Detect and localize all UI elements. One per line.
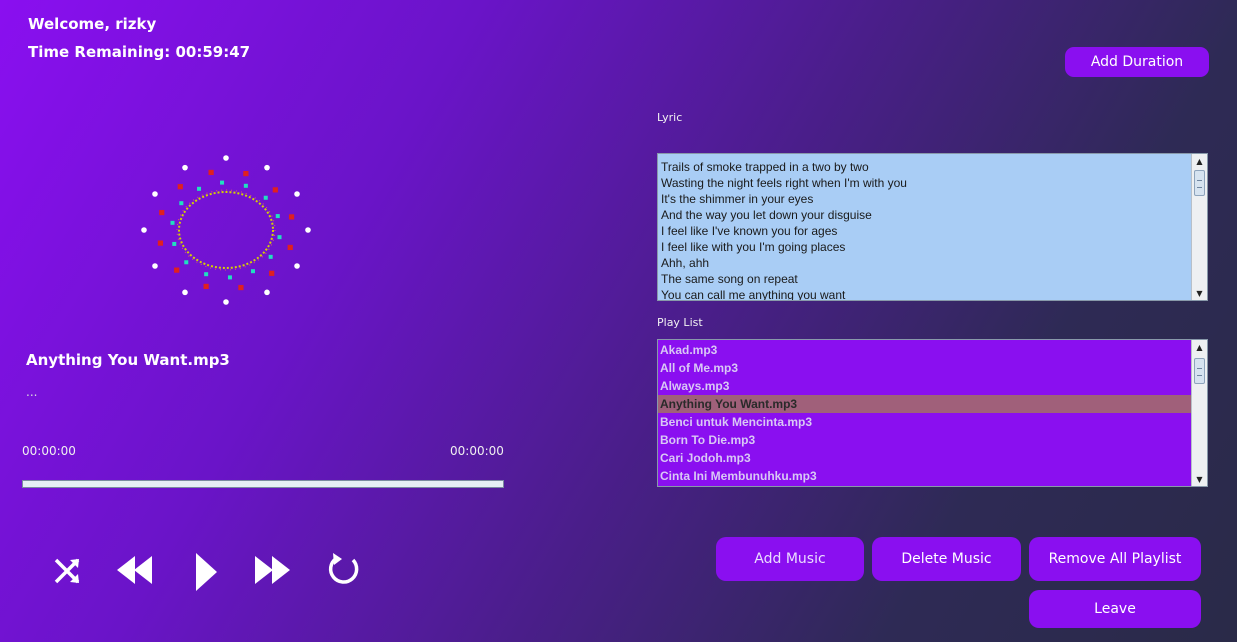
welcome-text: Welcome, rizky [28,15,157,33]
visualizer-dot [182,289,188,296]
visualizer-dot [272,187,278,193]
visualizer-dot [208,169,214,176]
lyric-line: The same song on repeat [661,272,798,286]
lyric-scrollbar[interactable]: ▲ ▼ [1191,154,1207,300]
visualizer-dot [264,164,270,171]
lyric-line: Ahh, ahh [661,256,710,270]
visualizer-dot [287,244,293,251]
visualizer-dot [223,299,229,305]
lyric-text: Trails of smoke trapped in a two by two W… [661,159,1189,301]
visualizer-dot [305,227,311,233]
play-icon [196,553,217,591]
playlist-scrollbar[interactable]: ▲ ▼ [1191,340,1207,486]
playlist-item[interactable]: Cinta Ini Membunuhku.mp3 [658,467,1191,485]
time-remaining: Time Remaining: 00:59:47 [28,43,251,61]
visualizer-dot [223,155,229,161]
lyric-line: And the way you let down your disguise [661,208,872,222]
visualizer-dot [177,184,183,190]
visualizer-dot [243,170,249,177]
lyric-line: Trails of smoke trapped in a two by two [661,160,869,174]
repeat-button[interactable] [321,548,365,592]
visualizer-dot [250,269,255,274]
visualizer-graphic [141,155,311,305]
lyric-label: Lyric [657,111,683,124]
visualizer-dot [269,270,275,276]
playlist-list: Akad.mp3 All of Me.mp3 Always.mp3 Anything … [658,341,1191,485]
playlist-item[interactable]: Akad.mp3 [658,341,1191,359]
visualizer-dot [220,180,225,185]
scroll-up-icon[interactable]: ▲ [1192,154,1207,168]
delete-music-button[interactable]: Delete Music [872,537,1021,581]
fast-forward-icon [255,556,290,584]
add-music-button[interactable]: Add Music [716,537,864,581]
visualizer-dot [263,195,268,200]
scroll-thumb[interactable] [1194,170,1205,196]
visualizer-dot [170,220,175,225]
playlist-panel[interactable]: Akad.mp3 All of Me.mp3 Always.mp3 Anything … [657,339,1208,487]
visualizer-dot [174,267,180,273]
shuffle-button[interactable] [46,548,90,592]
visualizer-dot [227,275,232,280]
visualizer-dot [238,284,244,291]
visualizer-dot [172,241,177,246]
scroll-down-icon[interactable]: ▼ [1192,286,1207,300]
shuffle-icon [54,558,80,584]
total-time: 00:00:00 [450,444,504,458]
visualizer-dot [275,214,280,219]
song-title: Anything You Want.mp3 [26,351,230,369]
visualizer-dot [268,254,273,259]
fast-forward-button[interactable] [251,548,295,592]
visualizer-dot [141,227,147,233]
lyric-line: I feel like with you I'm going places [661,240,846,254]
visualizer-dot [294,191,300,197]
playlist-item[interactable]: Always.mp3 [658,377,1191,395]
repeat-icon [328,553,359,584]
playlist-item[interactable]: Anything You Want.mp3 [658,395,1191,413]
progress-bar[interactable] [22,480,504,488]
add-duration-button[interactable]: Add Duration [1065,47,1209,77]
lyric-line: I feel like I've known you for ages [661,224,838,238]
playlist-item[interactable]: All of Me.mp3 [658,359,1191,377]
remove-all-playlist-button[interactable]: Remove All Playlist [1029,537,1201,581]
visualizer-dot [243,183,248,188]
visualizer-dot [204,272,209,277]
scroll-down-icon[interactable]: ▼ [1192,472,1207,486]
playlist-item[interactable]: Benci untuk Mencinta.mp3 [658,413,1191,431]
visualizer-dot [152,263,158,269]
visualizer-dot [264,289,270,296]
visualizer-dot [288,214,295,220]
rewind-button[interactable] [112,548,156,592]
lyric-panel[interactable]: Trails of smoke trapped in a two by two W… [657,153,1208,301]
visualizer-dot [197,186,202,191]
song-artist: ... [26,385,38,399]
scroll-up-icon[interactable]: ▲ [1192,340,1207,354]
visualizer-dot [179,201,184,206]
visualizer-dot [203,283,209,290]
playlist-label: Play List [657,316,703,329]
audio-visualizer [130,150,325,310]
visualizer-dot [152,191,158,197]
scroll-thumb[interactable] [1194,358,1205,384]
lyric-line: You can call me anything you want [661,288,846,301]
playlist-item[interactable]: Cari Jodoh.mp3 [658,449,1191,467]
rewind-icon [117,556,152,584]
visualizer-dot [157,240,164,246]
visualizer-dot [184,260,189,265]
play-button[interactable] [184,550,228,594]
current-time: 00:00:00 [22,444,76,458]
playlist-item[interactable]: Born To Die.mp3 [658,431,1191,449]
visualizer-dot [182,164,188,171]
visualizer-dot [277,235,282,240]
visualizer-dot [159,209,165,216]
visualizer-dot [294,263,300,269]
leave-button[interactable]: Leave [1029,590,1201,628]
lyric-line: Wasting the night feels right when I'm w… [661,176,907,190]
lyric-line: It's the shimmer in your eyes [661,192,814,206]
